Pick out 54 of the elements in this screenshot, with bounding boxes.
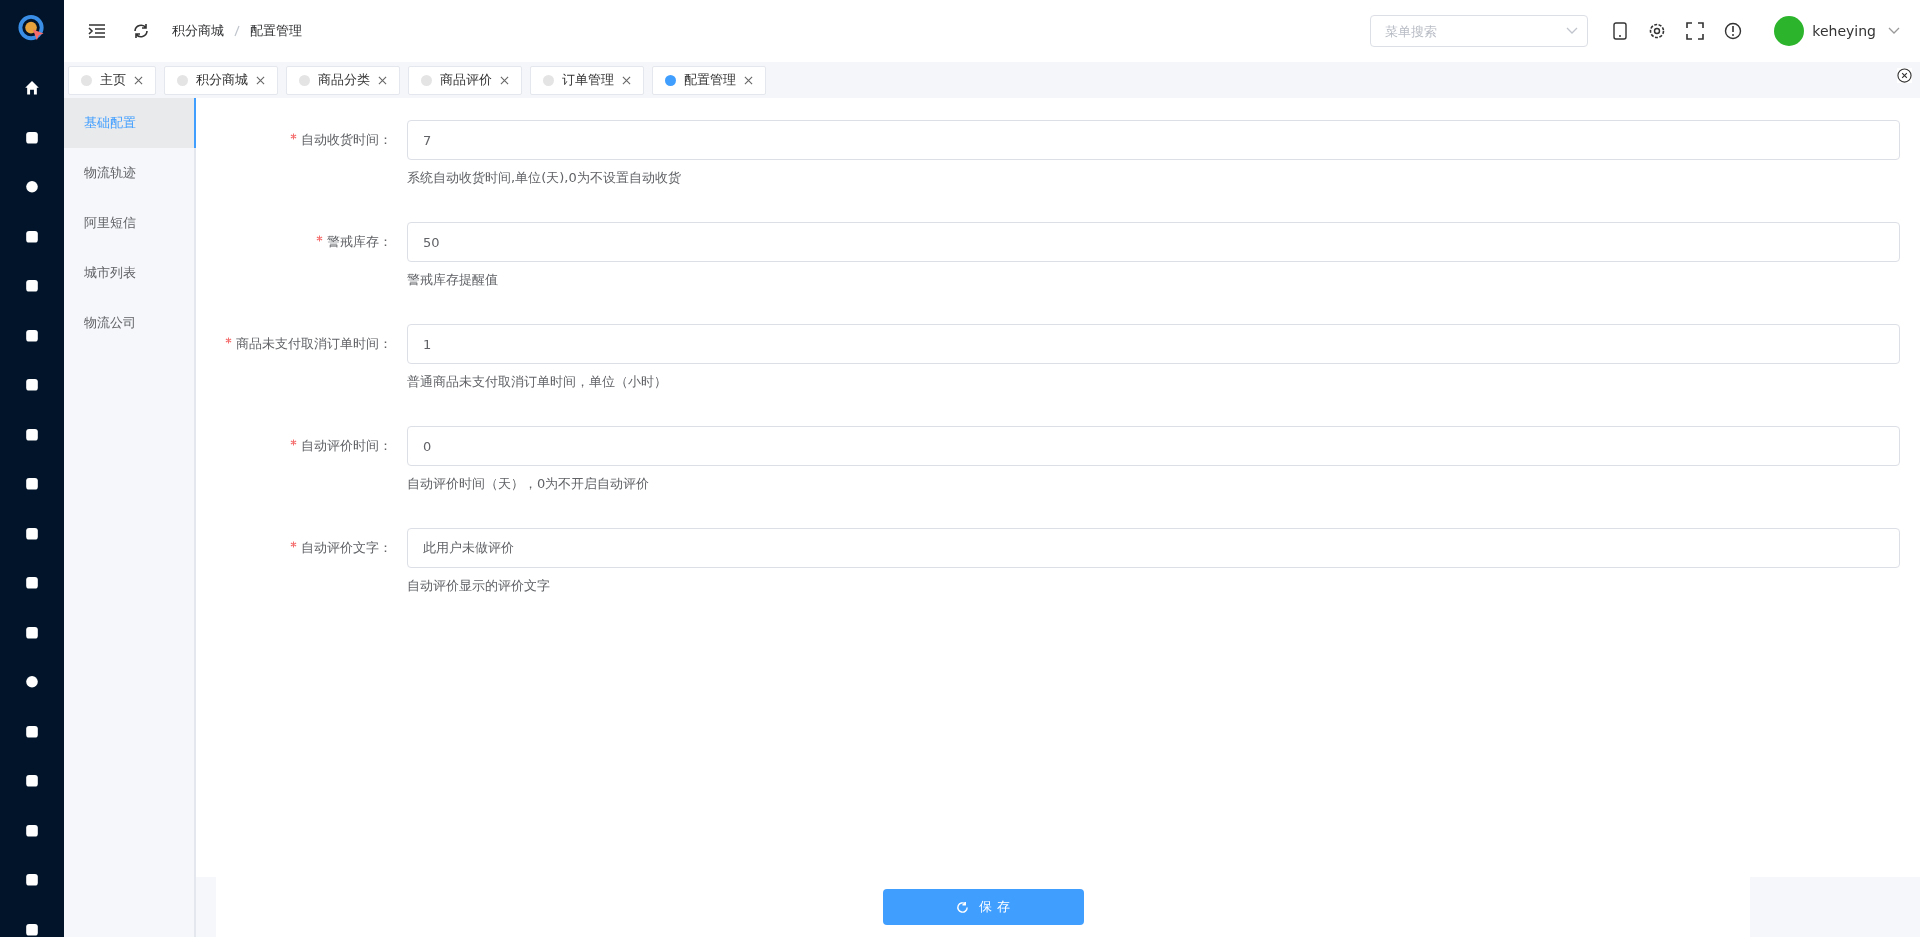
home-icon[interactable] <box>24 80 40 96</box>
settings-icon[interactable] <box>1648 22 1667 40</box>
chevron-down-icon <box>1566 27 1579 35</box>
avatar[interactable] <box>1774 16 1805 46</box>
field-hint: 普通商品未支付取消订单时间，单位（小时） <box>407 373 668 391</box>
chevron-down-icon[interactable] <box>1888 27 1900 35</box>
status-dot-icon <box>543 74 554 86</box>
status-dot-icon <box>421 74 432 86</box>
input-field[interactable]: 此用户未做评价 <box>407 528 1900 568</box>
refresh-icon <box>956 900 970 914</box>
status-dot-icon <box>177 74 188 86</box>
close-icon[interactable] <box>134 75 143 85</box>
input-field[interactable]: 1 <box>407 324 1900 364</box>
field-label: 自动评价时间： <box>301 438 392 453</box>
field-label: 警戒库存： <box>327 234 392 249</box>
status-dot-icon <box>665 74 676 86</box>
fullscreen-icon[interactable] <box>1686 22 1705 40</box>
page-tab[interactable]: 商品评价 <box>408 65 522 95</box>
field-hint: 自动评价时间（天），0为不开启自动评价 <box>407 475 651 493</box>
field-label: 自动收货时间： <box>301 132 392 147</box>
breadcrumb-item[interactable]: 积分商城 <box>172 22 224 40</box>
close-icon[interactable] <box>378 75 387 85</box>
info-icon[interactable] <box>1724 22 1743 40</box>
field-hint: 警戒库存提醒值 <box>407 271 499 289</box>
submenu-item[interactable]: 阿里短信 <box>64 198 194 248</box>
field-label: 自动评价文字： <box>301 540 392 555</box>
submenu-item[interactable]: 物流公司 <box>64 298 194 348</box>
username[interactable]: keheying <box>1812 23 1876 39</box>
menu-fold-icon[interactable] <box>88 22 106 40</box>
input-field[interactable]: 50 <box>407 222 1900 262</box>
field-label: 商品未支付取消订单时间： <box>236 336 392 351</box>
refresh-icon[interactable] <box>132 22 150 40</box>
page-tab[interactable]: 主页 <box>68 65 156 95</box>
input-field[interactable]: 7 <box>407 120 1900 160</box>
submenu-item[interactable]: 城市列表 <box>64 248 194 298</box>
status-dot-icon <box>81 74 92 86</box>
submenu-item[interactable]: 物流轨迹 <box>64 148 194 198</box>
menu-search-field[interactable]: 菜单搜索 <box>1370 15 1589 47</box>
status-dot-icon <box>299 74 310 86</box>
field-hint: 系统自动收货时间,单位(天),0为不设置自动收货 <box>407 169 682 187</box>
field-hint: 自动评价显示的评价文字 <box>407 577 551 595</box>
breadcrumb-item: 配置管理 <box>250 22 302 40</box>
page-tab[interactable]: 积分商城 <box>164 65 278 95</box>
page-tab[interactable]: 配置管理 <box>652 65 766 95</box>
page-tab[interactable]: 商品分类 <box>286 65 400 95</box>
input-field[interactable]: 0 <box>407 426 1900 466</box>
close-all-icon[interactable] <box>1897 68 1912 83</box>
close-icon[interactable] <box>500 75 509 85</box>
close-icon[interactable] <box>256 75 265 85</box>
close-icon[interactable] <box>622 75 631 85</box>
page-tab[interactable]: 订单管理 <box>530 65 644 95</box>
logo-icon[interactable] <box>18 15 46 43</box>
breadcrumb-separator-icon <box>234 25 240 37</box>
close-icon[interactable] <box>744 75 753 85</box>
